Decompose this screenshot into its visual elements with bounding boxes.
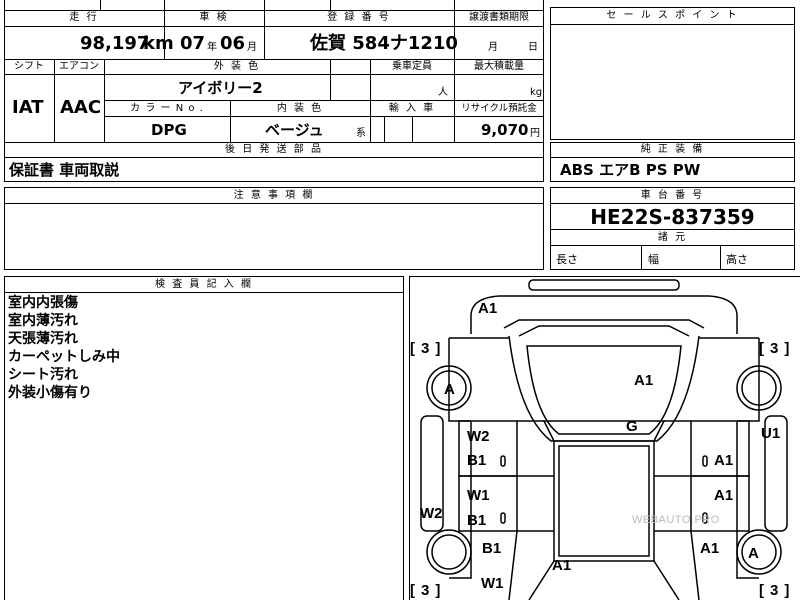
inspector-line: カーペットしみ中 — [8, 349, 120, 365]
inspection-year: 07 — [180, 33, 206, 54]
transfer-deadline-label: 譲渡書類期限 — [469, 12, 529, 23]
inspection-month-unit: 月 — [247, 42, 257, 53]
code-w2-side: W2 — [420, 505, 443, 522]
code-a1-roof: A1 — [634, 372, 654, 389]
code-u1: U1 — [761, 425, 781, 442]
registration-value: 佐賀 584ナ1210 — [310, 33, 458, 54]
inspector-line: 外装小傷有り — [8, 385, 92, 401]
bracket-close: ] — [435, 582, 441, 599]
height-label: 高さ — [726, 253, 748, 266]
registration-label: 登 録 番 号 — [327, 12, 391, 23]
aircon-label: エアコン — [59, 61, 99, 72]
shift-label: シフト — [14, 61, 44, 72]
equipment-value: ABS エアB PS PW — [560, 161, 701, 179]
shift-value: IAT — [12, 97, 44, 118]
dims-label: 諸 元 — [657, 232, 688, 243]
color-no-label: カ ラ ー N o . — [130, 103, 204, 114]
interior-color-label: 内 装 色 — [276, 103, 324, 114]
length-label: 長さ — [556, 253, 578, 266]
transfer-month-unit: 月 — [488, 42, 498, 53]
inspector-line: シート汚れ — [8, 367, 78, 383]
notes-label: 注 意 事 項 欄 — [233, 190, 315, 201]
code-w1-bottom: W1 — [481, 575, 504, 592]
tire-tread-value: 3 — [421, 340, 430, 357]
sales-point-box — [550, 7, 795, 140]
bracket-close: ] — [784, 582, 790, 599]
capacity-unit: 人 — [438, 87, 448, 98]
code-a-right: A — [748, 545, 759, 562]
inspector-line: 室内薄汚れ — [8, 313, 78, 329]
width-label: 幅 — [648, 253, 659, 266]
code-w2-left: W2 — [467, 428, 490, 445]
recycle-unit: 円 — [530, 128, 540, 139]
interior-color-suffix: 系 — [356, 128, 366, 139]
recycle-value: 9,070 — [481, 121, 529, 139]
max-load-label: 最大積載量 — [474, 61, 524, 72]
tire-tread-value: 3 — [770, 340, 779, 357]
mileage-value: 98,197 — [80, 33, 150, 54]
code-w1-left: W1 — [467, 487, 490, 504]
sales-point-label: セ ー ル ス ポ イ ン ト — [606, 10, 739, 21]
inspector-line: 室内内張傷 — [8, 295, 78, 311]
bracket-close: ] — [784, 340, 790, 357]
code-a-left: A — [444, 381, 455, 398]
code-a1-rear-right: A1 — [700, 540, 720, 557]
code-a1-right-lower: A1 — [714, 487, 734, 504]
color-no-value: DPG — [151, 121, 187, 139]
code-b1-left-upper: B1 — [467, 452, 487, 469]
chassis-value: HE22S-837359 — [590, 205, 755, 229]
code-a1-bottom: A1 — [552, 557, 572, 574]
inspector-label: 検 査 員 記 入 欄 — [155, 279, 253, 290]
tire-tread-bottom-right: [3] — [759, 582, 789, 599]
inspection-month: 06 — [220, 33, 246, 54]
tire-tread-value: 3 — [421, 582, 430, 599]
equipment-label: 純 正 装 備 — [640, 144, 705, 155]
inspection-label: 車 検 — [199, 12, 229, 23]
mileage-unit: km — [143, 33, 174, 54]
tire-tread-value: 3 — [770, 582, 779, 599]
code-a1-top: A1 — [478, 300, 498, 317]
inspector-line: 天張薄汚れ — [8, 331, 78, 347]
tire-tread-bottom-left: [3] — [410, 582, 440, 599]
mileage-label: 走 行 — [69, 12, 99, 23]
capacity-label: 乗車定員 — [392, 61, 432, 72]
exterior-color-label: 外 装 色 — [213, 61, 261, 72]
later-parts-value: 保証書 車両取説 — [9, 161, 120, 179]
code-a1-right-upper: A1 — [714, 452, 734, 469]
max-load-unit: kg — [530, 87, 543, 98]
transfer-day-unit: 日 — [528, 42, 538, 53]
tire-tread-top-right: [3] — [759, 340, 789, 357]
code-b1-left-lower: B1 — [467, 512, 487, 529]
interior-color-value: ベージュ — [265, 121, 324, 139]
chassis-label: 車 台 番 号 — [640, 190, 705, 201]
later-parts-label: 後 日 発 送 部 品 — [225, 144, 323, 155]
recycle-label: リサイクル預託金 — [461, 103, 537, 114]
aircon-value: AAC — [60, 97, 102, 118]
import-label: 輸 入 車 — [388, 103, 436, 114]
code-g: G — [626, 418, 638, 435]
watermark: WEBAUTO.PRO — [632, 514, 720, 526]
code-b1-rear-left: B1 — [482, 540, 502, 557]
tire-tread-top-left: [3] — [410, 340, 440, 357]
exterior-color-value: アイボリー2 — [178, 79, 263, 97]
bracket-close: ] — [435, 340, 441, 357]
inspection-year-unit: 年 — [207, 42, 217, 53]
